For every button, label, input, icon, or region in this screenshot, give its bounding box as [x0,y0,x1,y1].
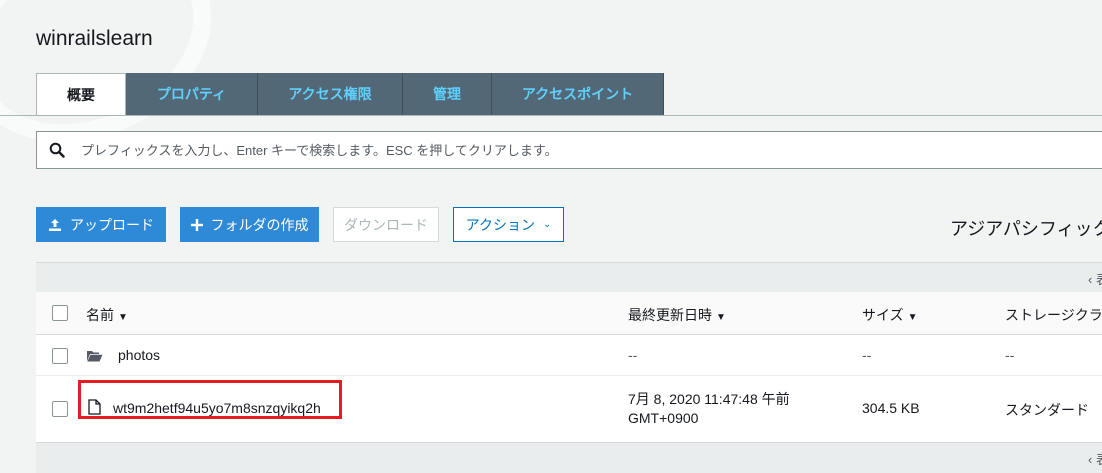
object-table: 名前 ▼ 最終更新日時 ▼ サイズ ▼ ストレージクラ photos -- -- --… [36,292,1102,443]
row-storage-class: -- [1005,347,1015,363]
tab-properties[interactable]: プロパティ [126,73,258,115]
view-toggle-bottom[interactable]: ‹ 表 [1088,449,1102,468]
sort-down-icon: ▼ [716,312,726,323]
header-modified[interactable]: 最終更新日時 ▼ [628,305,726,325]
create-folder-label: フォルダの作成 [210,216,309,233]
row-modified-date: 7月 8, 2020 11:47:48 午前 [628,391,790,407]
row-modified: 7月 8, 2020 11:47:48 午前 GMT+0900 [628,390,790,428]
tab-management[interactable]: 管理 [403,73,492,115]
highlight-annotation [78,380,342,419]
row-modified-tz: GMT+0900 [628,410,699,426]
row-checkbox[interactable] [52,401,68,417]
select-all-checkbox[interactable] [52,305,68,321]
folder-name-link[interactable]: photos [118,347,160,363]
tab-bar: 概要 プロパティ アクセス権限 管理 アクセスポイント [36,73,664,116]
row-modified: -- [628,347,638,363]
sort-down-icon: ▼ [907,312,918,323]
tab-access-points[interactable]: アクセスポイント [492,73,664,115]
view-toggle-strip-top: ‹ 表 [36,262,1102,293]
row-storage-class: スタンダード [1005,402,1089,418]
create-folder-button[interactable]: フォルダの作成 [180,207,319,242]
chevron-down-icon: ⌄ [542,219,552,230]
tab-overview[interactable]: 概要 [36,73,126,116]
download-button[interactable]: ダウンロード [333,207,439,242]
view-toggle-strip-bottom: ‹ 表 [36,442,1102,473]
search-icon [49,142,65,158]
upload-icon [49,218,61,231]
header-name[interactable]: 名前 ▼ [86,305,128,325]
header-size[interactable]: サイズ ▼ [862,305,918,325]
tab-divider [0,115,1102,116]
bucket-title: winrailslearn [36,27,153,50]
sort-down-icon: ▼ [118,312,128,323]
folder-open-icon [87,351,103,362]
search-bar [36,131,1102,169]
header-storage-class[interactable]: ストレージクラ [1005,305,1102,325]
row-size: -- [862,347,872,363]
upload-label: アップロード [70,216,154,233]
tab-permissions[interactable]: アクセス権限 [258,73,403,115]
row-size: 304.5 KB [862,400,920,416]
actions-dropdown[interactable]: アクション ⌄ [453,207,564,242]
view-toggle-top[interactable]: ‹ 表 [1088,269,1102,288]
table-header: 名前 ▼ 最終更新日時 ▼ サイズ ▼ ストレージクラ [36,292,1102,335]
region-label: アジアパシフィック [950,219,1102,239]
plus-icon [190,218,203,231]
table-row[interactable]: photos -- -- -- [36,335,1102,376]
search-input[interactable] [79,141,983,159]
row-checkbox[interactable] [52,348,68,364]
actions-label: アクション [465,216,535,233]
upload-button[interactable]: アップロード [36,207,166,242]
